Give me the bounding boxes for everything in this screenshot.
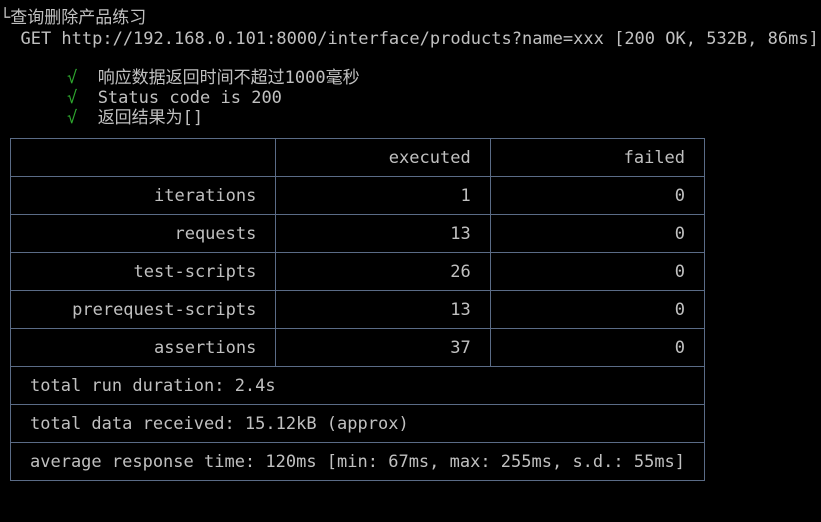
table-header-failed: failed — [489, 138, 706, 177]
table-header-row: executed failed — [9, 138, 706, 177]
assertion-line: √ 响应数据返回时间不超过1000毫秒 — [26, 48, 360, 88]
checkmark-icon: √ — [66, 108, 78, 128]
failed-count: 0 — [489, 176, 706, 215]
table-header-cell — [9, 138, 277, 177]
average-response-time: average response time: 120ms [min: 67ms,… — [9, 442, 706, 481]
request-name: └查询删除产品练习 — [0, 8, 147, 28]
failed-count: 0 — [489, 214, 706, 253]
executed-count: 1 — [275, 176, 491, 215]
assertion-line: √ 返回结果为[] — [26, 88, 203, 128]
table-row: prerequest-scripts 13 0 — [9, 290, 706, 329]
total-data-received: total data received: 15.12kB (approx) — [9, 404, 706, 443]
summary-footer-row: average response time: 120ms [min: 67ms,… — [9, 442, 706, 481]
executed-count: 37 — [275, 328, 491, 367]
summary-footer-row: total run duration: 2.4s — [9, 366, 706, 405]
row-label: assertions — [9, 328, 277, 367]
failed-count: 0 — [489, 328, 706, 367]
table-row: assertions 37 0 — [9, 328, 706, 367]
failed-count: 0 — [489, 252, 706, 291]
executed-count: 13 — [275, 214, 491, 253]
table-row: iterations 1 0 — [9, 176, 706, 215]
table-header-executed: executed — [275, 138, 491, 177]
row-label: iterations — [9, 176, 277, 215]
total-run-duration: total run duration: 2.4s — [9, 366, 706, 405]
row-label: requests — [9, 214, 277, 253]
summary-footer-row: total data received: 15.12kB (approx) — [9, 404, 706, 443]
summary-table: executed failed iterations 1 0 requests … — [9, 138, 706, 481]
table-row: requests 13 0 — [9, 214, 706, 253]
assertion-line: √ Status code is 200 — [26, 68, 282, 108]
row-label: test-scripts — [9, 252, 277, 291]
assertion-text: 返回结果为[] — [97, 108, 204, 128]
executed-count: 26 — [275, 252, 491, 291]
row-label: prerequest-scripts — [9, 290, 277, 329]
failed-count: 0 — [489, 290, 706, 329]
table-row: test-scripts 26 0 — [9, 252, 706, 291]
executed-count: 13 — [275, 290, 491, 329]
request-line: GET http://192.168.0.101:8000/interface/… — [0, 29, 819, 49]
